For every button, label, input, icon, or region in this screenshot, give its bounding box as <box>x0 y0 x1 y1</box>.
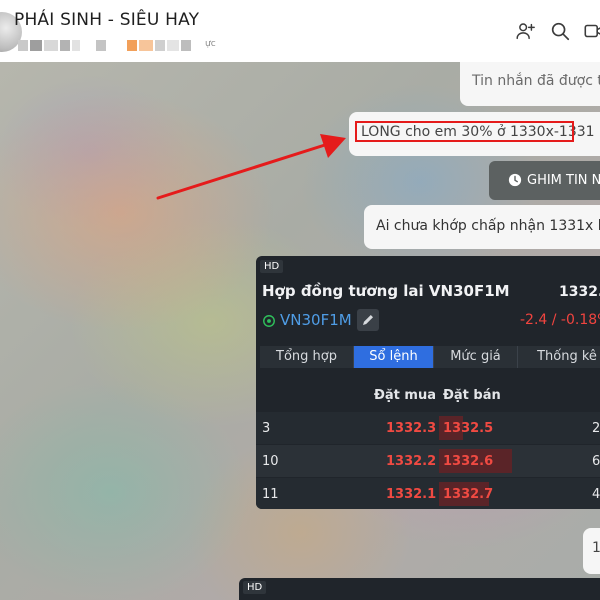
message-bubble[interactable]: Ai chưa khớp chấp nhận 1331x khớp <box>364 205 600 249</box>
buy-quantity: 10 <box>262 454 279 469</box>
price-change: -2.4 / -0.18% <box>520 312 600 328</box>
pin-message-button[interactable]: GHIM TIN NH <box>489 161 600 200</box>
futures-quote-card-2[interactable]: HD <box>239 578 600 600</box>
subtitle-tail: ực <box>205 39 216 49</box>
sell-price: 1332.5 <box>443 421 494 436</box>
buy-price: 1332.2 <box>386 454 437 469</box>
contract-symbol[interactable]: VN30F1M <box>280 311 352 329</box>
tab-tong-hop[interactable]: Tổng hợp <box>260 346 354 368</box>
sell-price: 1332.6 <box>443 454 494 469</box>
column-header-buy: Đặt mua <box>374 388 436 403</box>
chat-subtitle-pixelated: ực <box>14 38 216 52</box>
chat-window: PHÁI SINH - SIÊU HAY ực Tin nhắn đã được… <box>0 0 600 600</box>
last-price: 1332. <box>559 284 600 300</box>
card-tabs: Tổng hợp Sổ lệnh Mức giá Thống kê <box>260 346 600 368</box>
order-book-row: 3 1332.3 1332.5 2 <box>256 412 600 444</box>
search-icon[interactable] <box>549 20 571 42</box>
buy-quantity: 3 <box>262 421 271 436</box>
order-book-row: 10 1332.2 1332.6 6 <box>256 445 600 477</box>
sell-quantity: 4 <box>592 487 600 502</box>
buy-price: 1332.1 <box>386 487 437 502</box>
annotation-arrow-icon <box>156 134 346 200</box>
message-text: Tin nhắn đã được th <box>472 73 600 89</box>
sell-quantity: 6 <box>592 454 600 469</box>
tab-muc-gia[interactable]: Mức giá <box>434 346 518 368</box>
hd-badge: HD <box>243 581 267 594</box>
message-text: 1 <box>592 540 600 556</box>
buy-quantity: 11 <box>262 487 279 502</box>
message-text: Ai chưa khớp chấp nhận 1331x khớp <box>376 218 600 234</box>
add-member-icon[interactable] <box>514 20 536 42</box>
column-header-sell: Đặt bán <box>443 388 501 403</box>
sell-quantity: 2 <box>592 421 600 436</box>
message-bubble[interactable]: 1 <box>583 528 600 574</box>
message-bubble-long-call[interactable]: LONG cho em 30% ở 1330x-1331 nhé <box>349 112 600 156</box>
video-call-icon[interactable] <box>583 20 600 42</box>
pin-button-label: GHIM TIN NH <box>527 173 600 188</box>
edit-button[interactable] <box>357 309 379 331</box>
message-bubble[interactable]: Tin nhắn đã được th <box>460 62 600 106</box>
sell-price: 1332.7 <box>443 487 494 502</box>
tab-so-lenh[interactable]: Sổ lệnh <box>354 346 434 368</box>
buy-price: 1332.3 <box>386 421 437 436</box>
message-text: LONG cho em 30% ở 1330x-1331 nhé <box>361 124 600 140</box>
contract-title: Hợp đồng tương lai VN30F1M <box>262 282 510 300</box>
clock-icon <box>508 173 522 187</box>
order-book-row: 11 1332.1 1332.7 4 <box>256 478 600 509</box>
hd-badge: HD <box>260 260 284 273</box>
chat-title[interactable]: PHÁI SINH - SIÊU HAY <box>14 10 199 30</box>
refresh-symbol-icon[interactable] <box>262 314 276 328</box>
tab-thong-ke[interactable]: Thống kê <box>518 346 600 368</box>
edit-pencil-icon <box>363 315 373 325</box>
futures-quote-card[interactable]: HD Hợp đồng tương lai VN30F1M 1332. VN30… <box>256 256 600 509</box>
chat-header: PHÁI SINH - SIÊU HAY ực <box>0 0 600 62</box>
